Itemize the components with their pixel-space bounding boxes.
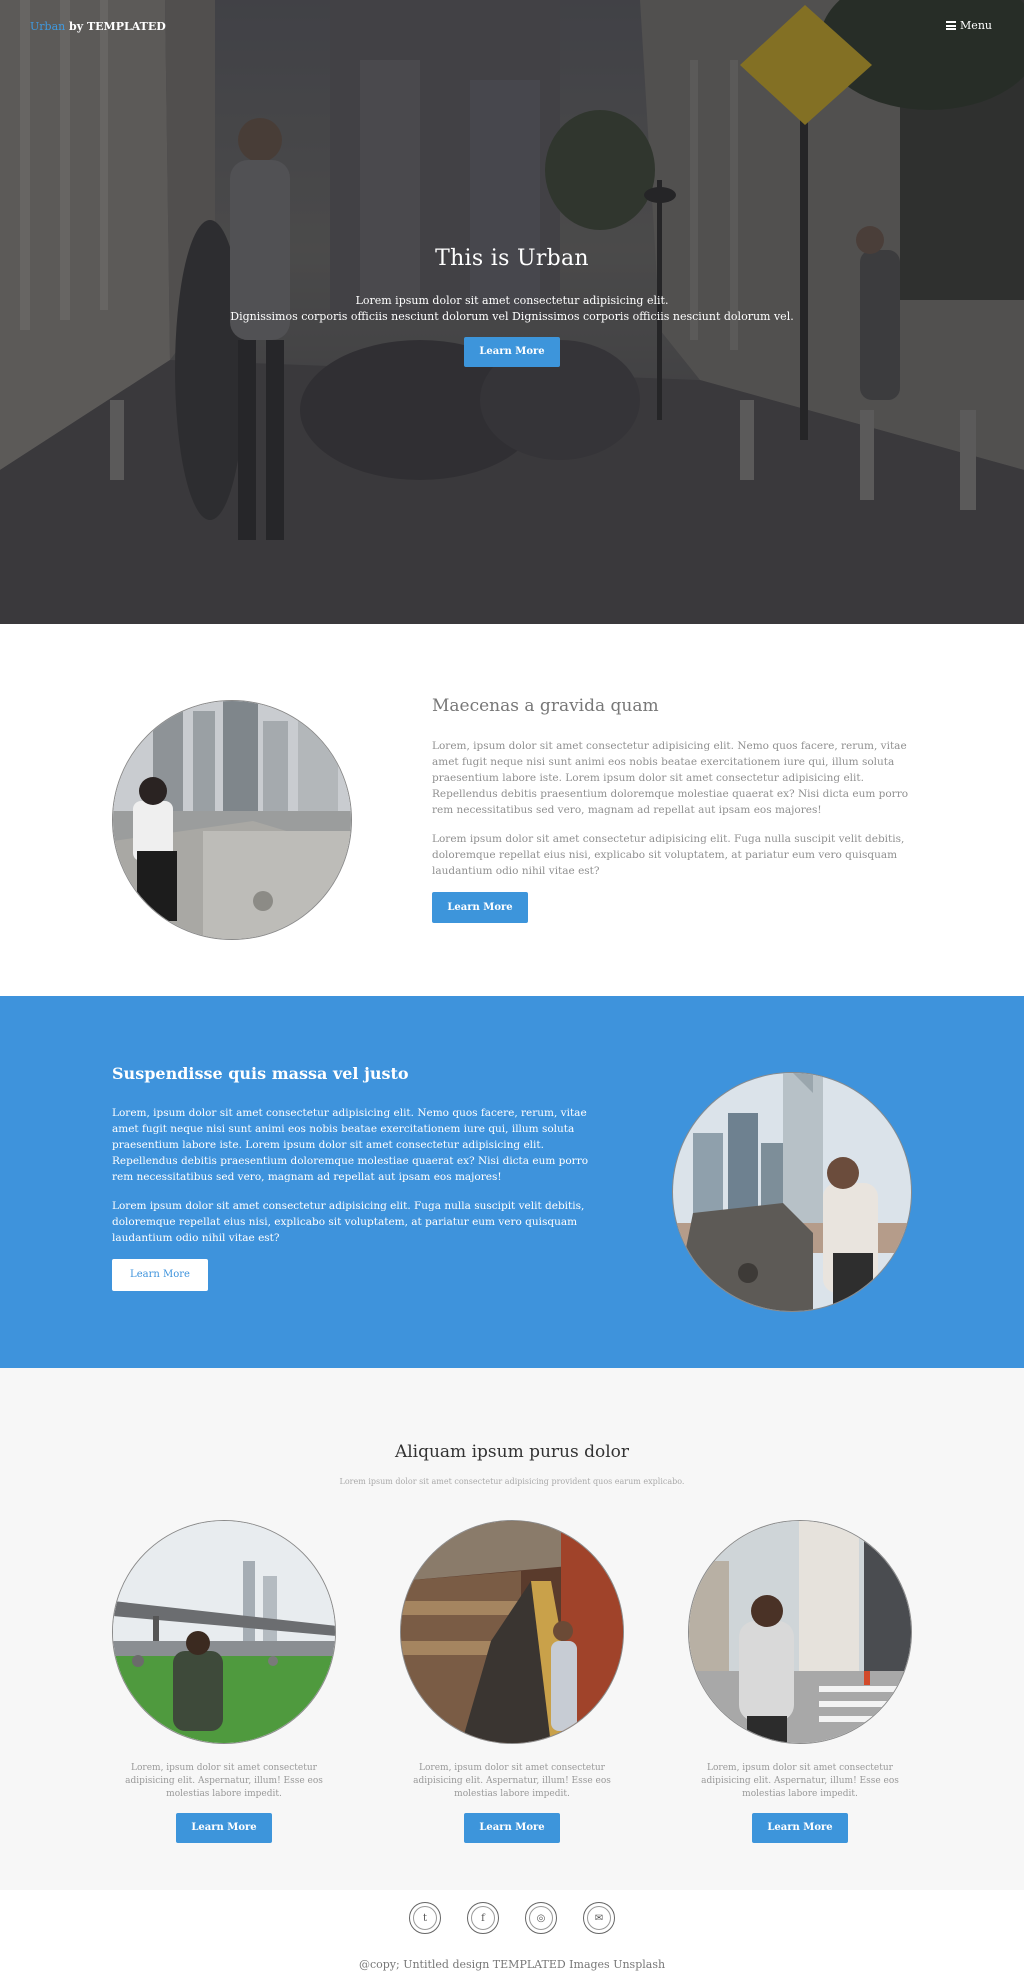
subway-platform-photo [401,1521,623,1743]
woman-crosswalk-photo [689,1521,911,1743]
social-icons: t f ◎ ✉ [0,1902,1024,1934]
spotlight-section-1: Maecenas a gravida quam Lorem, ipsum dol… [0,624,1024,996]
spotlight-1-paragraph-2: Lorem ipsum dolor sit amet consectetur a… [432,833,905,877]
banner-learn-more-button[interactable]: Learn More [464,337,560,367]
feature-card: Lorem, ipsum dolor sit amet consectetur … [688,1520,912,1843]
banner-title: This is Urban [435,246,589,271]
feature-3-image [688,1520,912,1744]
spotlight-1-learn-more-button[interactable]: Learn More [432,892,528,923]
spotlight-2-paragraph-2: Lorem ipsum dolor sit amet consectetur a… [112,1200,585,1244]
spotlight-1-content: Maecenas a gravida quam Lorem, ipsum dol… [432,696,914,923]
feature-card: Lorem, ipsum dolor sit amet consectetur … [400,1520,624,1843]
logo-brand[interactable]: Urban [30,20,65,33]
spotlight-2-content: Suspendisse quis massa vel justo Lorem, … [112,1064,594,1291]
site-header: Urban by TEMPLATED Menu [0,0,1024,56]
banner-content: This is Urban Lorem ipsum dolor sit amet… [0,246,1024,367]
features-subtitle: Lorem ipsum dolor sit amet consectetur a… [339,1477,685,1486]
menu-label: Menu [960,19,992,32]
spotlight-2-learn-more-button[interactable]: Learn More [112,1259,208,1291]
features-section: Aliquam ipsum purus dolor Lorem ipsum do… [0,1368,1024,1890]
banner: Urban by TEMPLATED Menu This is Urban Lo… [0,0,1024,624]
park-bridge-photo [113,1521,335,1743]
instagram-icon[interactable]: ◎ [525,1902,557,1934]
feature-card: Lorem, ipsum dolor sit amet consectetur … [112,1520,336,1843]
spotlight-section-2: Suspendisse quis massa vel justo Lorem, … [0,996,1024,1368]
woman-city-photo [673,1073,911,1311]
woman-sitting-photo [113,701,351,939]
copyright-text: @copy; Untitled design TEMPLATED Images … [358,1958,666,1971]
feature-3-text: Lorem, ipsum dolor sit amet consectetur … [701,1763,899,1799]
feature-1-text: Lorem, ipsum dolor sit amet consectetur … [125,1763,323,1799]
logo-suffix[interactable]: by TEMPLATED [65,20,166,33]
envelope-icon[interactable]: ✉ [583,1902,615,1934]
banner-text-line-2: Dignissimos corporis officiis nesciunt d… [230,310,794,323]
feature-2-learn-more-button[interactable]: Learn More [464,1813,560,1843]
spotlight-2-image [672,1072,912,1312]
feature-1-image [112,1520,336,1744]
banner-text-line-1: Lorem ipsum dolor sit amet consectetur a… [355,294,669,307]
features-title: Aliquam ipsum purus dolor [394,1442,630,1462]
feature-2-image [400,1520,624,1744]
menu-toggle[interactable]: Menu [946,19,992,32]
bars-icon [946,21,957,30]
twitter-icon[interactable]: t [409,1902,441,1934]
spotlight-2-paragraph-1: Lorem, ipsum dolor sit amet consectetur … [112,1107,589,1183]
site-logo[interactable]: Urban by TEMPLATED [30,20,166,33]
feature-1-learn-more-button[interactable]: Learn More [176,1813,272,1843]
feature-2-text: Lorem, ipsum dolor sit amet consectetur … [413,1763,611,1799]
spotlight-1-image [112,700,352,940]
feature-3-learn-more-button[interactable]: Learn More [752,1813,848,1843]
site-footer: t f ◎ ✉ @copy; Untitled design TEMPLATED… [0,1890,1024,1981]
spotlight-1-title: Maecenas a gravida quam [432,696,659,716]
spotlight-1-paragraph-1: Lorem, ipsum dolor sit amet consectetur … [432,740,909,816]
facebook-icon[interactable]: f [467,1902,499,1934]
spotlight-2-title: Suspendisse quis massa vel justo [112,1064,409,1083]
